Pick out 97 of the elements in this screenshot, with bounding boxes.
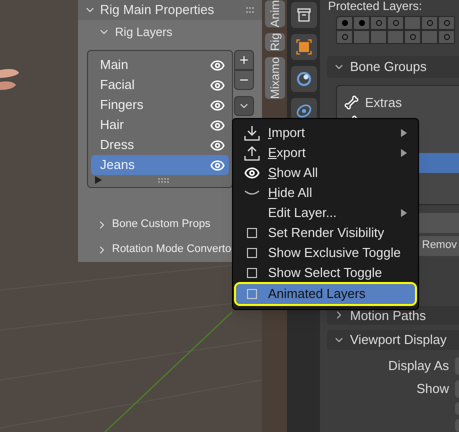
constraint-icon — [296, 71, 312, 87]
sidebar-tab[interactable]: Rig — [264, 33, 284, 52]
layer-name: Dress — [100, 136, 135, 154]
ring-icon — [342, 34, 348, 40]
menu-item[interactable]: Show Select Toggle — [236, 263, 415, 283]
panel-title: Rig Main Properties — [100, 1, 216, 19]
panel-title: Viewport Display — [350, 331, 447, 350]
physics-orbit-icon — [296, 103, 312, 119]
layer-toggle[interactable] — [353, 16, 370, 30]
bone-group-item[interactable]: Extras — [340, 92, 459, 113]
panel-title: Motion Paths — [350, 306, 426, 325]
eye-icon — [244, 165, 260, 181]
layer-name: Fingers — [100, 96, 144, 114]
ring-icon — [426, 20, 432, 26]
layer-toggle[interactable] — [438, 16, 455, 30]
add-button[interactable] — [234, 50, 254, 70]
layer-toggle[interactable] — [387, 16, 404, 30]
download-icon — [244, 125, 260, 141]
menu-item[interactable]: Hide All — [236, 183, 415, 203]
checkbox[interactable] — [247, 268, 257, 278]
resize-grip-icon[interactable] — [158, 178, 169, 182]
menu-item-label: Show All — [268, 164, 318, 182]
layer-item[interactable]: Main — [91, 55, 229, 75]
checkbox[interactable] — [247, 289, 257, 299]
eye-icon[interactable] — [210, 78, 225, 92]
menu-item[interactable]: Import — [236, 123, 415, 143]
panel-title: Rotation Mode Converto — [112, 242, 232, 258]
layer-toggle[interactable] — [370, 16, 387, 30]
sidebar-tab[interactable]: Anim — [264, 0, 284, 28]
menu-item-label: Export — [268, 144, 306, 162]
bone-group-name: Extras — [365, 94, 402, 112]
closed-eye-icon — [244, 189, 260, 197]
ring-icon — [376, 20, 382, 26]
menu-item[interactable]: Export — [236, 143, 415, 163]
plus-icon — [238, 54, 250, 66]
field-label: Protected Layers: — [327, 0, 424, 13]
subpanel-header[interactable]: Rig Layers — [78, 20, 262, 44]
ring-icon — [410, 34, 416, 40]
properties-tab[interactable] — [290, 34, 316, 60]
layer-toggle[interactable] — [404, 30, 421, 44]
layer-toggle[interactable] — [421, 30, 438, 44]
menu-item-label: Import — [268, 124, 305, 142]
menu-item-label: Edit Layer... — [268, 204, 337, 222]
layer-item[interactable]: Hair — [91, 115, 229, 135]
layer-name: Main — [100, 56, 130, 74]
panel-header[interactable]: Viewport Display — [327, 330, 459, 350]
panel-header[interactable]: Bone Groups — [327, 56, 459, 78]
panel-title: Bone Groups — [350, 58, 427, 76]
subpanel-title: Rig Layers — [115, 24, 172, 41]
layer-toggle[interactable] — [353, 30, 370, 44]
layer-item[interactable]: Facial — [91, 75, 229, 95]
layer-name: Hair — [100, 116, 125, 134]
eye-icon[interactable] — [210, 158, 225, 172]
panel-title: Bone Custom Props — [112, 217, 210, 232]
layer-name: Facial — [100, 76, 136, 94]
layer-item[interactable]: Dress — [91, 135, 229, 155]
layer-item[interactable]: Jeans — [91, 155, 229, 175]
upload-icon — [244, 145, 260, 161]
properties-tab[interactable] — [290, 2, 316, 28]
ring-icon — [444, 20, 450, 26]
checkbox[interactable] — [247, 228, 257, 238]
eye-icon[interactable] — [210, 98, 225, 112]
layer-item[interactable]: Fingers — [91, 95, 229, 115]
layer-toggle[interactable] — [421, 16, 438, 30]
checkbox[interactable] — [247, 248, 257, 258]
menu-item[interactable]: Animated Layers — [236, 284, 415, 304]
remove-button[interactable]: Remov — [419, 236, 459, 256]
layer-toggle[interactable] — [438, 30, 455, 44]
eye-icon[interactable] — [210, 58, 225, 72]
sidebar-tab[interactable]: Mixamo — [264, 57, 284, 100]
eye-icon[interactable] — [210, 138, 225, 152]
menu-item-label: Show Select Toggle — [268, 264, 382, 282]
expand-triangle-icon[interactable] — [95, 176, 102, 184]
eye-icon[interactable] — [210, 118, 225, 132]
drag-grip-icon[interactable] — [246, 6, 256, 13]
menu-item-label: Set Render Visibility — [268, 224, 384, 242]
specials-menu-button[interactable] — [234, 96, 254, 116]
layer-toggle[interactable] — [336, 30, 353, 44]
panel-header[interactable]: Rig Main Properties — [78, 0, 262, 20]
menu-item-label: Show Exclusive Toggle — [268, 244, 401, 262]
ring-icon — [392, 20, 398, 26]
menu-item-label: Animated Layers — [268, 285, 366, 304]
menu-item-label: Hide All — [268, 184, 312, 202]
archive-icon — [296, 8, 310, 22]
menu-item[interactable]: Show All — [236, 163, 415, 183]
ring-icon — [444, 34, 450, 40]
bone-icon — [344, 95, 359, 110]
layer-toggle[interactable] — [387, 30, 404, 44]
field-label: Show — [416, 380, 449, 398]
field-label: Display As — [388, 357, 449, 376]
object-square-icon — [296, 39, 312, 55]
layer-toggle[interactable] — [336, 16, 353, 30]
hand-drawing — [0, 69, 19, 90]
layer-toggle[interactable] — [404, 16, 421, 30]
layer-name: Jeans — [100, 156, 136, 174]
layer-toggle[interactable] — [370, 30, 387, 44]
properties-tab[interactable] — [290, 66, 316, 92]
